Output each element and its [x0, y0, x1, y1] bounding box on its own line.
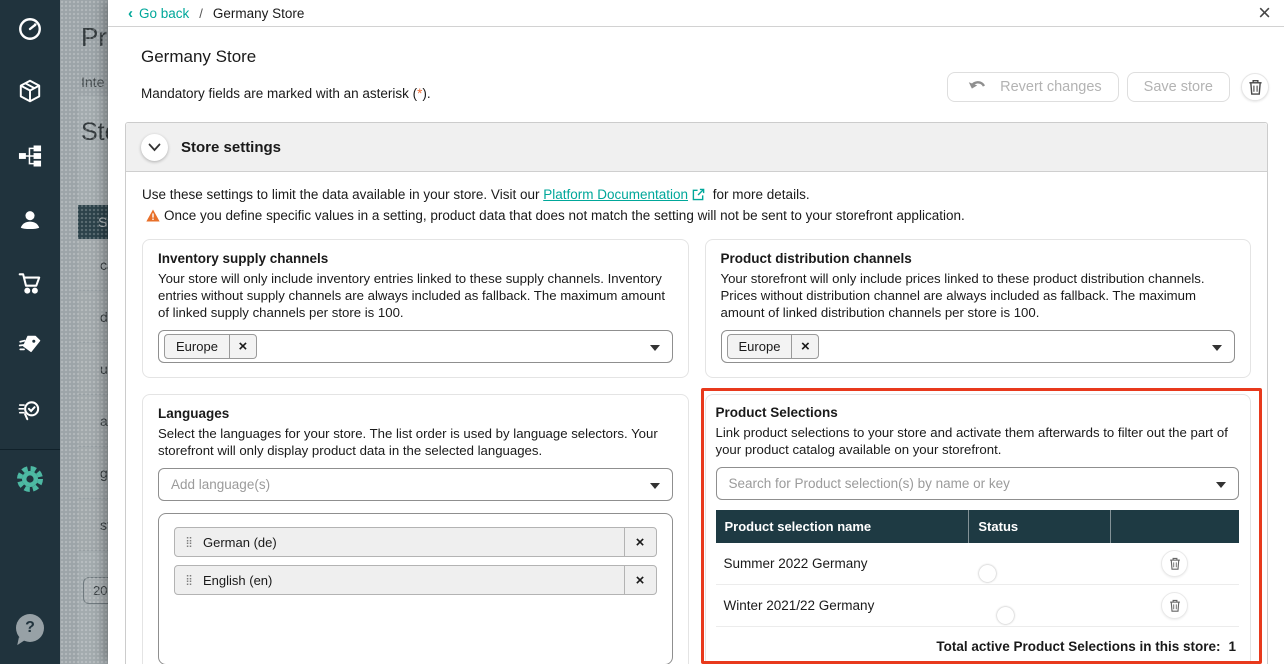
header-actions: Revert changes Save store	[939, 72, 1269, 102]
trash-icon	[1169, 599, 1181, 612]
go-back-link[interactable]: Go back	[139, 6, 189, 21]
product-selections-card: Product Selections Link product selectio…	[705, 394, 1252, 664]
card-description: Link product selections to your store an…	[716, 424, 1240, 458]
dashboard-gauge-icon[interactable]	[0, 16, 60, 42]
inventory-supply-channels-card: Inventory supply channels Your store wil…	[142, 239, 689, 378]
product-selection-search-select[interactable]: Search for Product selection(s) by name …	[716, 467, 1240, 500]
breadcrumb: ‹ Go back / Germany Store ×	[108, 0, 1284, 27]
collapse-chevron-button[interactable]	[141, 134, 168, 161]
trash-icon	[1248, 79, 1263, 95]
mandatory-note: Mandatory fields are marked with an aste…	[141, 86, 431, 101]
store-settings-panel: Store settings Use these settings to lim…	[125, 122, 1268, 664]
sidebar-divider	[0, 449, 60, 450]
external-link-icon	[692, 187, 705, 206]
settings-gear-icon[interactable]	[0, 464, 60, 494]
active-selections-total: Total active Product Selections in this …	[716, 627, 1240, 664]
chevron-down-icon	[1212, 345, 1222, 351]
languages-card: Languages Select the languages for your …	[142, 394, 689, 664]
product-distribution-channels-card: Product distribution channels Your store…	[705, 239, 1252, 378]
breadcrumb-separator: /	[199, 6, 203, 21]
card-description: Your storefront will only include prices…	[721, 270, 1236, 321]
orders-cart-icon[interactable]	[0, 270, 60, 296]
supply-channels-select[interactable]: Europe ×	[158, 330, 673, 363]
delete-store-button[interactable]	[1241, 73, 1269, 101]
chevron-down-icon	[650, 345, 660, 351]
store-detail-modal: ‹ Go back / Germany Store × Germany Stor…	[108, 0, 1284, 664]
product-selections-table: Product selection name Status Summer 202…	[716, 510, 1240, 664]
chevron-down-icon	[1216, 482, 1226, 488]
trash-icon	[1169, 557, 1181, 570]
column-header	[1111, 510, 1239, 543]
add-languages-select[interactable]: Add language(s)	[158, 468, 673, 501]
app-root: Pro Inte Sto Sto ca- de us ac glo sto 20	[0, 0, 1284, 664]
discounts-tags-icon[interactable]	[0, 332, 60, 358]
close-icon[interactable]: ×	[1258, 1, 1271, 25]
settings-grid: Inventory supply channels Your store wil…	[142, 239, 1251, 664]
settings-intro: Use these settings to limit the data ava…	[142, 185, 1251, 227]
revert-changes-button[interactable]: Revert changes	[947, 72, 1119, 102]
channel-tag: Europe ×	[727, 334, 820, 359]
selected-languages-list: ⣿ German (de) × ⣿ English (en) ×	[158, 513, 673, 664]
platform-documentation-link[interactable]: Platform Documentation	[543, 187, 688, 202]
remove-selection-button[interactable]	[1161, 592, 1188, 619]
undo-icon	[968, 79, 987, 96]
chevron-down-icon	[148, 143, 161, 152]
customers-icon[interactable]	[0, 207, 60, 233]
main-nav-sidebar: ?	[0, 0, 60, 664]
channel-tag: Europe ×	[164, 334, 257, 359]
card-title: Inventory supply channels	[158, 251, 673, 266]
breadcrumb-current: Germany Store	[213, 6, 305, 21]
remove-language-icon[interactable]: ×	[624, 528, 656, 556]
categories-tree-icon[interactable]	[0, 143, 60, 169]
table-header-row: Product selection name Status	[716, 510, 1240, 543]
remove-selection-button[interactable]	[1161, 550, 1188, 577]
card-title: Languages	[158, 406, 673, 421]
card-title: Product distribution channels	[721, 251, 1236, 266]
panel-header: Store settings	[126, 123, 1267, 172]
chevron-down-icon	[650, 483, 660, 489]
warning-icon	[146, 208, 160, 227]
panel-body: Use these settings to limit the data ava…	[126, 172, 1267, 664]
card-description: Select the languages for your store. The…	[158, 425, 673, 459]
column-header: Status	[969, 510, 1110, 543]
remove-tag-icon[interactable]: ×	[791, 335, 818, 358]
list-item: ⣿ German (de) ×	[174, 527, 657, 557]
distribution-channels-select[interactable]: Europe ×	[721, 330, 1236, 363]
column-header: Product selection name	[716, 510, 970, 543]
page-title: Germany Store	[141, 47, 256, 67]
drag-handle-icon[interactable]: ⣿	[175, 566, 203, 594]
card-title: Product Selections	[716, 405, 1240, 420]
list-item: ⣿ English (en) ×	[174, 565, 657, 595]
drag-handle-icon[interactable]: ⣿	[175, 528, 203, 556]
help-icon[interactable]: ?	[16, 614, 44, 642]
products-box-icon[interactable]	[0, 78, 60, 104]
table-row: Winter 2021/22 Germany	[716, 585, 1240, 627]
card-description: Your store will only include inventory e…	[158, 270, 673, 321]
table-row: Summer 2022 Germany	[716, 543, 1240, 585]
total-value: 1	[1228, 639, 1236, 654]
remove-language-icon[interactable]: ×	[624, 566, 656, 594]
save-store-button[interactable]: Save store	[1127, 72, 1230, 102]
product-selections-section: Product Selections Link product selectio…	[705, 394, 1252, 664]
audit-search-icon[interactable]	[0, 398, 60, 424]
remove-tag-icon[interactable]: ×	[229, 335, 256, 358]
panel-title: Store settings	[181, 139, 281, 156]
back-chevron-icon: ‹	[128, 6, 133, 21]
